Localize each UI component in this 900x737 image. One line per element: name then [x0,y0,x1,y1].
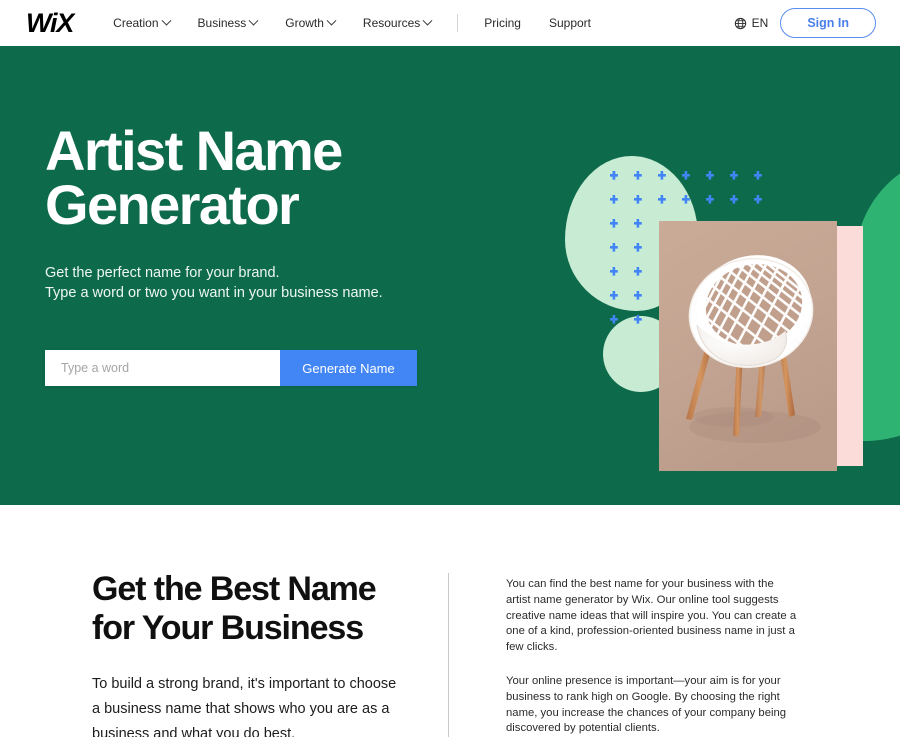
nav-item-resources[interactable]: Resources [349,15,445,30]
page-title-line-2: Generator [45,173,300,236]
nav-item-business[interactable]: Business [184,15,272,30]
nav-item-label: Growth [285,16,324,30]
chevron-down-icon [326,15,337,26]
header-actions: EN Sign In [734,7,876,39]
language-selector[interactable]: EN [734,16,769,30]
sign-in-button[interactable]: Sign In [780,7,876,39]
content-left-column: Get the Best Name for Your Business To b… [92,570,402,737]
nav-item-growth[interactable]: Growth [271,15,349,30]
section-heading-line-1: Get the Best Name [92,570,377,608]
nav-item-label: Creation [113,16,159,30]
decorative-vertical-line [473,302,475,342]
chevron-down-icon [161,15,171,26]
body-paragraph-1: You can find the best name for your busi… [506,578,797,654]
globe-icon [734,17,746,29]
hero-artwork-inner [455,76,900,476]
column-divider [448,573,449,737]
content-right-column: You can find the best name for your busi… [506,577,798,737]
name-generator-form: Generate Name [45,350,417,386]
nav-item-pricing[interactable]: Pricing [470,16,535,30]
nav-item-label: Support [548,16,591,30]
hero-subtitle-line-1: Get the perfect name for your brand. [45,265,280,281]
section-heading-line-2: for Your Business [92,609,364,647]
nav-item-support[interactable]: Support [535,16,605,30]
nav-item-label: Resources [362,16,421,30]
section-heading: Get the Best Name for Your Business [92,570,402,648]
hero-subtitle-line-2: Type a word or two you want in your busi… [45,284,383,301]
section-intro-text: To build a strong brand, it's important … [92,676,397,737]
chair-photo [659,221,837,471]
generate-name-button[interactable]: Generate Name [280,350,417,386]
chevron-down-icon [422,15,433,26]
nav-item-label: Business [197,16,247,30]
wix-logo[interactable]: WiX [26,9,74,37]
chevron-down-icon [248,15,259,26]
keyword-input[interactable] [45,350,280,386]
hero-text-block: Artist Name Generator Get the perfect na… [45,123,475,303]
site-header: WiX Creation Business Growth Resources P… [0,0,900,46]
hero-subtitle: Get the perfect name for your brand. Typ… [45,264,475,303]
language-label: EN [751,16,769,30]
page-title: Artist Name Generator [45,123,475,233]
body-paragraph-2: Your online presence is important—your a… [506,674,787,735]
content-section: Get the Best Name for Your Business To b… [0,505,900,737]
nav-item-label: Pricing [484,16,521,30]
nav-divider [457,14,459,32]
hero-section: Artist Name Generator Get the perfect na… [0,46,900,505]
main-navigation: Creation Business Growth Resources Prici… [99,14,605,32]
nav-item-creation[interactable]: Creation [99,15,183,30]
